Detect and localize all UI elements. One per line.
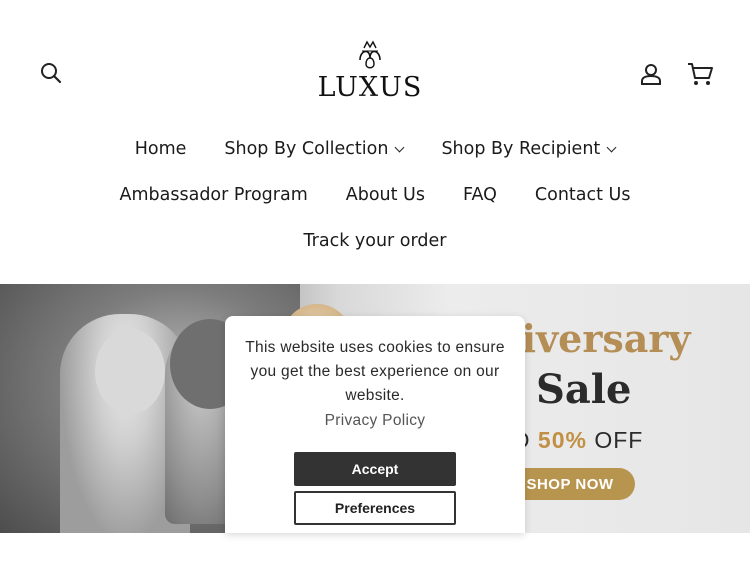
offer-percent: 50%	[537, 427, 587, 453]
user-icon	[641, 64, 661, 85]
search-button[interactable]	[36, 58, 66, 88]
site-logo[interactable]: LUXUS	[318, 38, 421, 110]
offer-suffix: OFF	[594, 427, 644, 453]
nav-shop-by-recipient[interactable]: Shop By Recipient	[441, 139, 617, 159]
nav-faq[interactable]: FAQ	[463, 185, 497, 205]
nav-ambassador-program[interactable]: Ambassador Program	[120, 185, 308, 205]
nav-contact-us[interactable]: Contact Us	[535, 185, 631, 205]
nav-row-secondary: Ambassador Program About Us FAQ Contact …	[0, 185, 750, 205]
search-icon	[41, 63, 62, 84]
nav-home[interactable]: Home	[135, 139, 187, 159]
cookie-consent-banner: This website uses cookies to ensure you …	[225, 316, 525, 533]
cookie-message: This website uses cookies to ensure you …	[245, 339, 505, 404]
nav-shop-by-collection[interactable]: Shop By Collection	[224, 139, 405, 159]
site-header: LUXUS Home Shop By Collection Shop By Re…	[0, 0, 750, 284]
privacy-policy-link[interactable]: Privacy Policy	[225, 412, 525, 430]
accept-cookies-button[interactable]: Accept	[294, 452, 456, 486]
account-button[interactable]	[635, 58, 667, 90]
nav-row-primary: Home Shop By Collection Shop By Recipien…	[0, 139, 750, 159]
nav-label: Shop By Collection	[224, 139, 389, 159]
nav-track-order[interactable]: Track your order	[304, 231, 447, 251]
nav-label: Home	[134, 139, 187, 159]
chevron-down-icon	[606, 142, 617, 152]
nav-row-tertiary: Track your order	[0, 231, 750, 251]
nav-label: Contact Us	[534, 185, 631, 205]
cookie-preferences-button[interactable]: Preferences	[294, 491, 456, 525]
nav-label: Track your order	[303, 231, 447, 251]
chevron-down-icon	[395, 142, 405, 152]
nav-label: Ambassador Program	[119, 185, 308, 205]
cart-icon	[688, 63, 713, 85]
nav-about-us[interactable]: About Us	[346, 185, 425, 205]
photo-face-left	[95, 329, 165, 414]
logo-wordmark: LUXUS	[317, 72, 423, 103]
cart-button[interactable]	[683, 58, 717, 90]
crown-emblem-icon	[359, 40, 381, 69]
nav-label: About Us	[345, 185, 425, 205]
nav-label: Shop By Recipient	[441, 139, 601, 159]
nav-label: FAQ	[462, 185, 497, 205]
hero-subhead: Sale	[536, 366, 632, 413]
